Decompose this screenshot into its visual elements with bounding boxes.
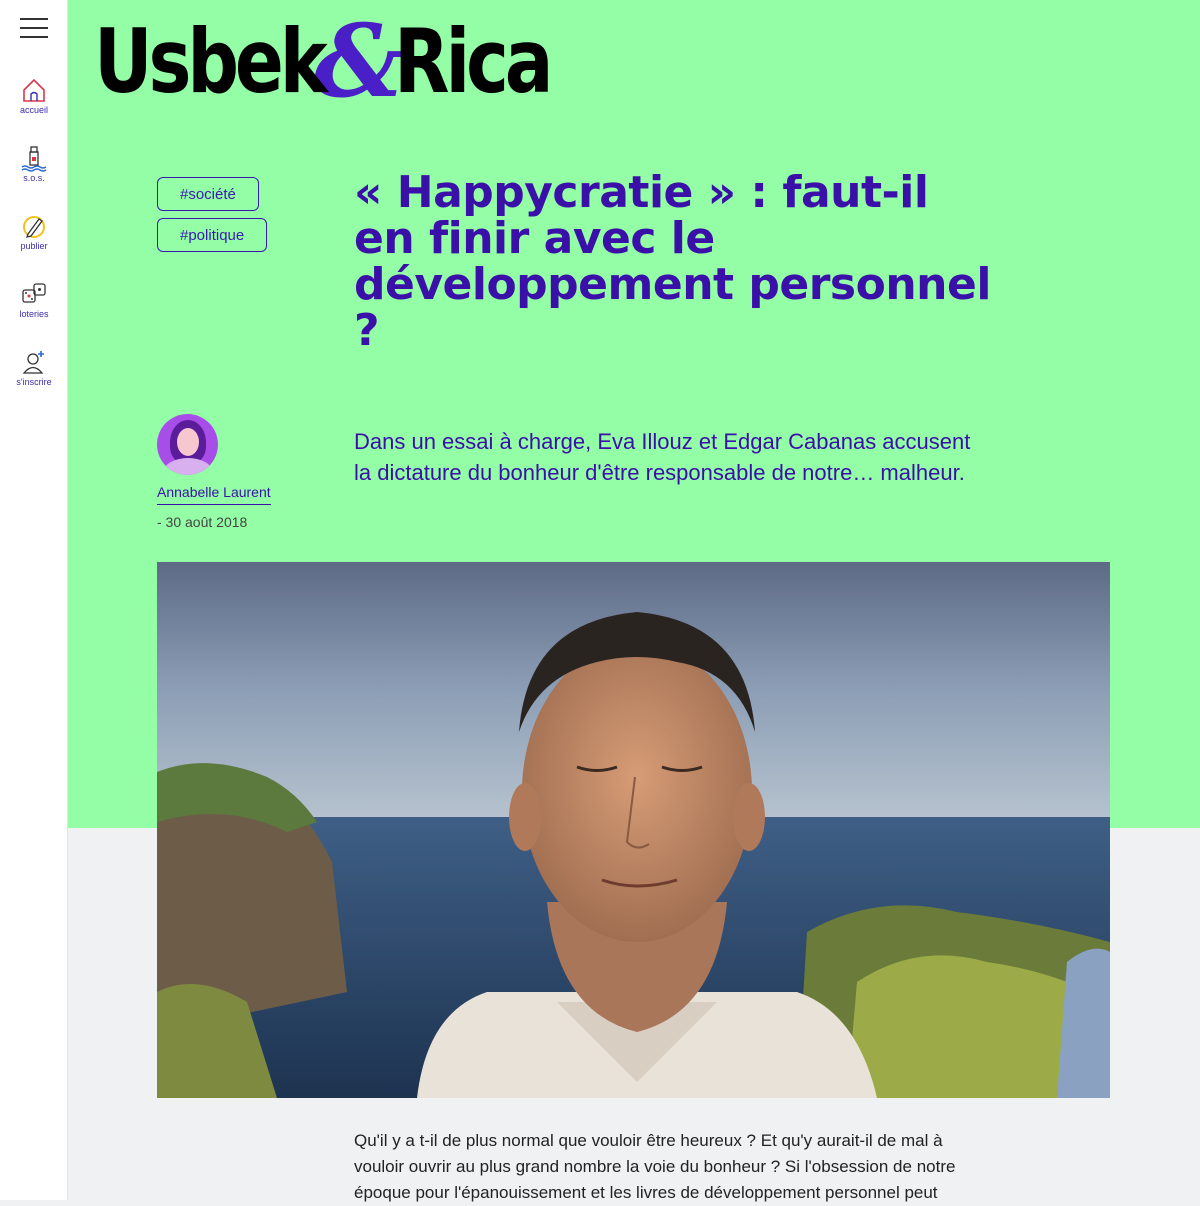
nav-label: publier — [20, 241, 48, 251]
logo-ampersand: & — [314, 2, 405, 120]
site-logo[interactable]: Usbek & Rica — [94, 2, 584, 120]
tag-politique[interactable]: #politique — [157, 218, 268, 252]
nav-label: loteries — [19, 309, 49, 319]
article-lead: Dans un essai à charge, Eva Illouz et Ed… — [354, 429, 971, 485]
article-hero-image — [157, 562, 1110, 1098]
nav-label: s.o.s. — [23, 173, 45, 183]
home-icon — [23, 78, 45, 102]
tag-societe[interactable]: #société — [157, 177, 259, 211]
author-link[interactable]: Annabelle Laurent — [157, 484, 271, 505]
pencil-icon — [23, 216, 45, 238]
nav-item-accueil[interactable]: accueil — [0, 76, 68, 115]
publish-date: - 30 août 2018 — [157, 514, 248, 530]
article-body: Qu'il y a t-il de plus normal que vouloi… — [354, 1131, 956, 1202]
nav-item-inscrire[interactable]: s'inscrire — [0, 348, 68, 387]
logo-word-left: Usbek — [94, 9, 328, 113]
author-avatar[interactable] — [157, 414, 218, 475]
user-add-icon — [22, 351, 44, 374]
logo-word-right: Rica — [394, 9, 553, 113]
nav-label: accueil — [19, 105, 48, 115]
nav-item-sos[interactable]: s.o.s. — [0, 144, 68, 183]
bottle-icon — [21, 146, 47, 172]
sidebar: accueil s.o.s. publier loteries s'inscri… — [0, 0, 68, 1200]
menu-icon[interactable] — [20, 18, 48, 38]
nav-item-publier[interactable]: publier — [0, 212, 68, 251]
article-title: « Happycratie » : faut-il en finir avec … — [354, 167, 991, 356]
nav-item-loteries[interactable]: loteries — [0, 280, 68, 319]
dice-icon — [22, 283, 46, 303]
nav-label: s'inscrire — [16, 377, 52, 387]
